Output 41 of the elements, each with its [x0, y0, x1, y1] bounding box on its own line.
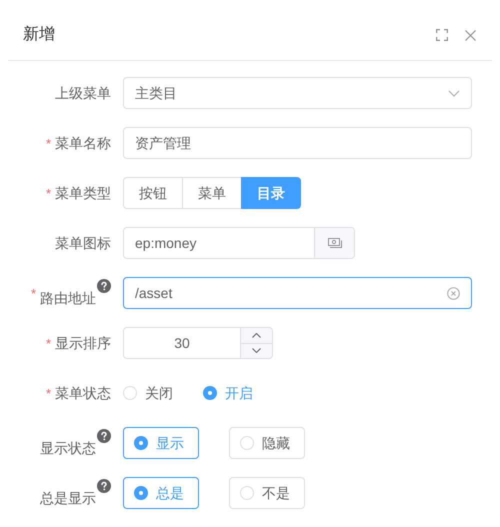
number-field[interactable]: 30 — [123, 327, 273, 359]
radio-option[interactable]: 不是 — [229, 477, 305, 509]
required-asterisk: * — [46, 386, 51, 400]
type-option[interactable]: 按钮 — [123, 177, 183, 209]
decrease-icon[interactable] — [252, 348, 261, 354]
radio-option[interactable]: 隐藏 — [229, 427, 305, 459]
required-asterisk: * — [30, 286, 36, 300]
field-label: 菜单状态 — [55, 384, 111, 402]
field-label: 显示状态 — [40, 438, 96, 458]
field-label: 菜单图标 — [55, 234, 111, 252]
field-label: 显示排序 — [55, 334, 111, 352]
type-option[interactable]: 菜单 — [182, 177, 242, 209]
help-icon[interactable] — [97, 279, 111, 293]
icon-field[interactable]: ep:money — [123, 227, 355, 259]
required-asterisk: * — [46, 136, 51, 150]
select-field[interactable]: 主类目 — [123, 77, 472, 109]
help-icon[interactable] — [97, 429, 111, 443]
radio-button[interactable] — [123, 386, 137, 400]
fullscreen-icon[interactable] — [436, 29, 448, 41]
required-asterisk: * — [46, 186, 51, 200]
radio-button[interactable] — [240, 436, 254, 450]
radio-button[interactable] — [240, 486, 254, 500]
dialog-title: 新增 — [23, 24, 55, 45]
text-field[interactable]: /asset — [123, 277, 472, 309]
field-label: 上级菜单 — [55, 84, 111, 102]
field-label: 总是显示 — [40, 488, 96, 508]
text-field[interactable]: 资产管理 — [123, 127, 472, 159]
chevron-down-icon — [448, 90, 460, 96]
help-icon[interactable] — [97, 479, 111, 493]
increase-icon[interactable] — [252, 332, 261, 338]
close-icon[interactable] — [465, 30, 476, 40]
field-label: 菜单类型 — [55, 184, 111, 202]
clear-icon[interactable] — [447, 286, 460, 300]
radio-button[interactable] — [134, 436, 148, 450]
required-asterisk: * — [46, 336, 51, 350]
field-label: 菜单名称 — [55, 134, 111, 152]
radio-button[interactable] — [203, 386, 217, 400]
radio-label[interactable]: 关闭 — [145, 382, 173, 404]
field-label: 路由地址 — [40, 288, 96, 308]
money-icon — [328, 238, 342, 248]
radio-button[interactable] — [134, 486, 148, 500]
